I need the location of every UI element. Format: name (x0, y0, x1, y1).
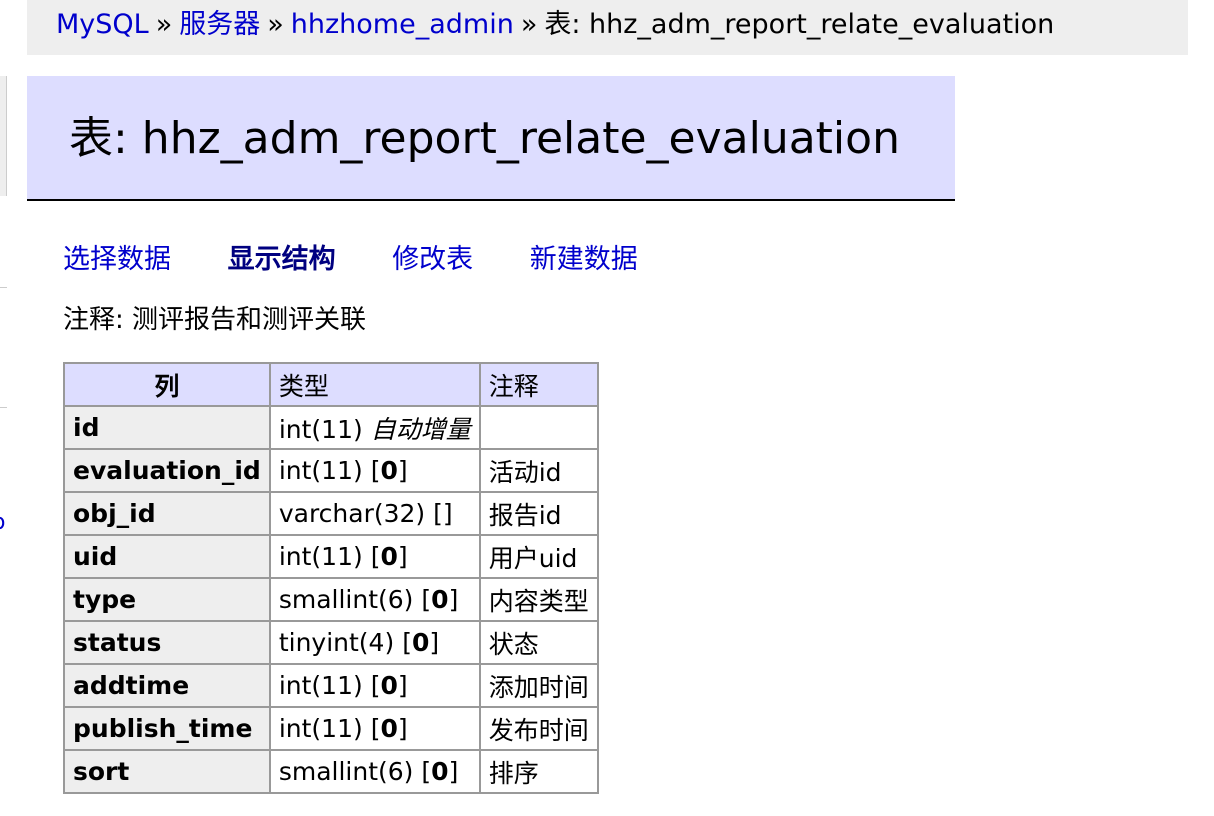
field-type: int(11) (278, 671, 363, 700)
table-row: evaluation_id int(11) [0] 活动id (63, 448, 599, 493)
field-type-cell: smallint(6) [0] (268, 749, 481, 794)
field-comment: 排序 (478, 749, 599, 794)
field-comment: 用户uid (478, 534, 599, 579)
field-type: int(11) (278, 714, 363, 743)
breadcrumb-separator: » (267, 9, 284, 40)
table-row: addtime int(11) [0] 添加时间 (63, 663, 599, 708)
breadcrumb-database[interactable]: hhzhome_admin (291, 9, 514, 40)
field-default: 0 (380, 714, 398, 743)
field-default: 0 (380, 671, 398, 700)
field-type-cell: tinyint(4) [0] (268, 620, 481, 665)
column-header-name: 列 (63, 362, 271, 407)
sidebar-divider (0, 287, 7, 288)
field-type: smallint(6) (278, 757, 414, 786)
field-default: 0 (411, 628, 430, 657)
field-type: int(11) (278, 456, 363, 485)
table-row: obj_id varchar(32) [] 报告id (63, 491, 599, 536)
field-type-cell: varchar(32) [] (268, 491, 481, 536)
sidebar-edge (0, 76, 7, 196)
field-name: id (63, 405, 271, 450)
field-type-cell: int(11) 自动增量 (268, 405, 481, 450)
field-type: int(11) (278, 414, 363, 444)
breadcrumb: MySQL» 服务器» hhzhome_admin» 表: hhz_adm_repor… (27, 0, 1188, 55)
field-type: tinyint(4) (278, 628, 395, 657)
field-name: evaluation_id (63, 448, 271, 493)
show-structure-link[interactable]: 显示结构 (228, 244, 336, 275)
table-row: publish_time int(11) [0] 发布时间 (63, 706, 599, 751)
field-name: obj_id (63, 491, 271, 536)
field-name: publish_time (63, 706, 271, 751)
table-row: id int(11) 自动增量 (63, 405, 599, 450)
field-comment: 发布时间 (478, 706, 599, 751)
new-item-link[interactable]: 新建数据 (530, 244, 638, 275)
table-actions: 选择数据 显示结构 修改表 新建数据 (63, 240, 686, 280)
column-header-comment: 注释 (478, 362, 599, 407)
field-type-cell: int(11) [0] (268, 663, 481, 708)
breadcrumb-server[interactable]: 服务器 (179, 9, 260, 40)
field-comment: 添加时间 (478, 663, 599, 708)
field-type: varchar(32) (278, 499, 426, 528)
field-default: 0 (431, 757, 449, 786)
field-type: smallint(6) (278, 585, 414, 614)
breadcrumb-separator: » (520, 9, 538, 40)
table-header-row: 列 类型 注释 (63, 362, 599, 407)
field-default: 0 (380, 456, 398, 485)
select-data-link[interactable]: 选择数据 (63, 244, 171, 275)
sidebar-link-fragment[interactable]: o (0, 508, 5, 538)
field-type-cell: int(11) [0] (268, 706, 481, 751)
column-header-type: 类型 (268, 362, 481, 407)
field-type: int(11) (278, 542, 363, 571)
field-name: addtime (63, 663, 271, 708)
field-comment: 活动id (478, 448, 599, 493)
field-comment (478, 405, 599, 450)
field-comment: 内容类型 (478, 577, 599, 622)
field-name: sort (63, 749, 271, 794)
alter-table-link[interactable]: 修改表 (392, 244, 473, 275)
field-comment: 状态 (478, 620, 599, 665)
breadcrumb-current-table: 表: hhz_adm_report_relate_evaluation (544, 9, 1055, 40)
page-title: 表: hhz_adm_report_relate_evaluation (27, 76, 955, 201)
field-comment: 报告id (478, 491, 599, 536)
table-row: uid int(11) [0] 用户uid (63, 534, 599, 579)
breadcrumb-mysql[interactable]: MySQL (56, 9, 149, 40)
table-comment: 注释: 测评报告和测评关联 (63, 305, 367, 335)
field-default: 0 (431, 585, 449, 614)
sidebar-divider (0, 407, 7, 408)
field-default: 0 (380, 542, 398, 571)
breadcrumb-separator: » (155, 9, 173, 40)
field-name: uid (63, 534, 271, 579)
structure-table: 列 类型 注释 id int(11) 自动增量 evaluation_id int(1… (63, 362, 599, 794)
field-extra: 自动增量 (370, 414, 471, 444)
field-type-cell: smallint(6) [0] (268, 577, 481, 622)
field-type-cell: int(11) [0] (268, 448, 481, 493)
table-row: type smallint(6) [0] 内容类型 (63, 577, 599, 622)
table-row: sort smallint(6) [0] 排序 (63, 749, 599, 794)
field-name: type (63, 577, 271, 622)
table-row: status tinyint(4) [0] 状态 (63, 620, 599, 665)
field-name: status (63, 620, 271, 665)
field-type-cell: int(11) [0] (268, 534, 481, 579)
